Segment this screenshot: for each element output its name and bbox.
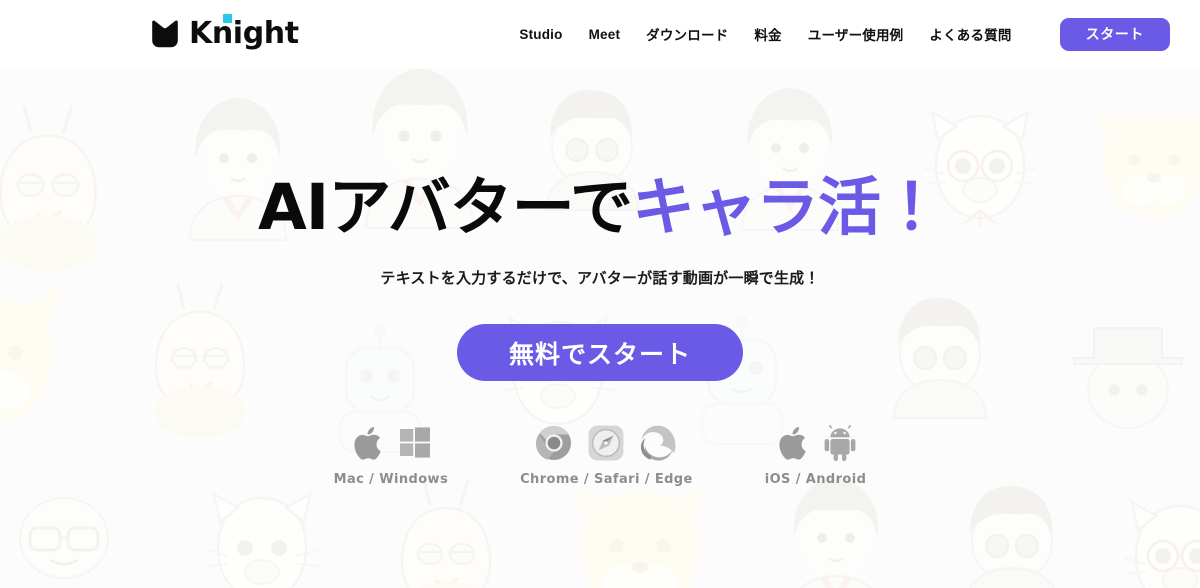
header-start-button[interactable]: スタート	[1059, 17, 1170, 51]
platform-icons-mobile	[776, 423, 856, 463]
supported-platforms: Mac / Windows Chrome / Safari / Edge iOS…	[334, 423, 867, 487]
nav-item-pricing[interactable]: 料金	[754, 24, 781, 44]
brand-wordmark: Knight	[189, 14, 299, 51]
hero-headline-dark: AIアバターで	[258, 171, 633, 244]
platform-group-mobile: iOS / Android	[765, 423, 867, 487]
main-navigation: Studio Meet ダウンロード 料金 ユーザー使用例 よくある質問 スター…	[519, 17, 1170, 51]
brand-i-dot-icon	[222, 14, 232, 23]
safari-icon	[588, 425, 624, 461]
chrome-icon	[536, 425, 572, 461]
windows-icon	[399, 427, 431, 459]
apple-icon	[351, 424, 383, 462]
hero-free-start-button[interactable]: 無料でスタート	[456, 324, 743, 381]
apple-icon	[776, 424, 808, 462]
edge-icon	[640, 425, 676, 461]
nav-item-meet[interactable]: Meet	[589, 27, 621, 42]
hero-content: AIアバターでキャラ活！ テキストを入力するだけで、アバターが話す動画が一瞬で生…	[0, 68, 1200, 588]
platform-label-browsers: Chrome / Safari / Edge	[520, 472, 693, 487]
platform-group-browsers: Chrome / Safari / Edge	[520, 423, 693, 487]
nav-item-use-cases[interactable]: ユーザー使用例	[808, 24, 904, 44]
platform-label-mobile: iOS / Android	[764, 472, 867, 487]
hero-headline: AIアバターでキャラ活！	[258, 176, 943, 239]
site-header: Knight Studio Meet ダウンロード 料金 ユーザー使用例 よくあ…	[0, 0, 1200, 68]
hero-section: AIアバターでキャラ活！ テキストを入力するだけで、アバターが話す動画が一瞬で生…	[0, 68, 1200, 588]
brand-name-text: Knight	[189, 16, 299, 51]
platform-icons-desktop	[351, 423, 431, 463]
platform-group-desktop: Mac / Windows	[334, 423, 448, 487]
hero-headline-accent: キャラ活！	[631, 171, 943, 244]
platform-icons-browsers	[536, 423, 676, 463]
nav-item-studio[interactable]: Studio	[519, 27, 562, 42]
hero-subheadline: テキストを入力するだけで、アバターが話す動画が一瞬で生成！	[380, 269, 820, 287]
landing-page: Knight Studio Meet ダウンロード 料金 ユーザー使用例 よくあ…	[0, 0, 1200, 588]
shield-crown-icon	[150, 19, 180, 49]
android-icon	[824, 425, 856, 461]
platform-label-desktop: Mac / Windows	[333, 472, 449, 487]
nav-item-faq[interactable]: よくある質問	[929, 24, 1011, 44]
nav-item-download[interactable]: ダウンロード	[646, 24, 728, 44]
brand-logo[interactable]: Knight	[150, 14, 299, 51]
